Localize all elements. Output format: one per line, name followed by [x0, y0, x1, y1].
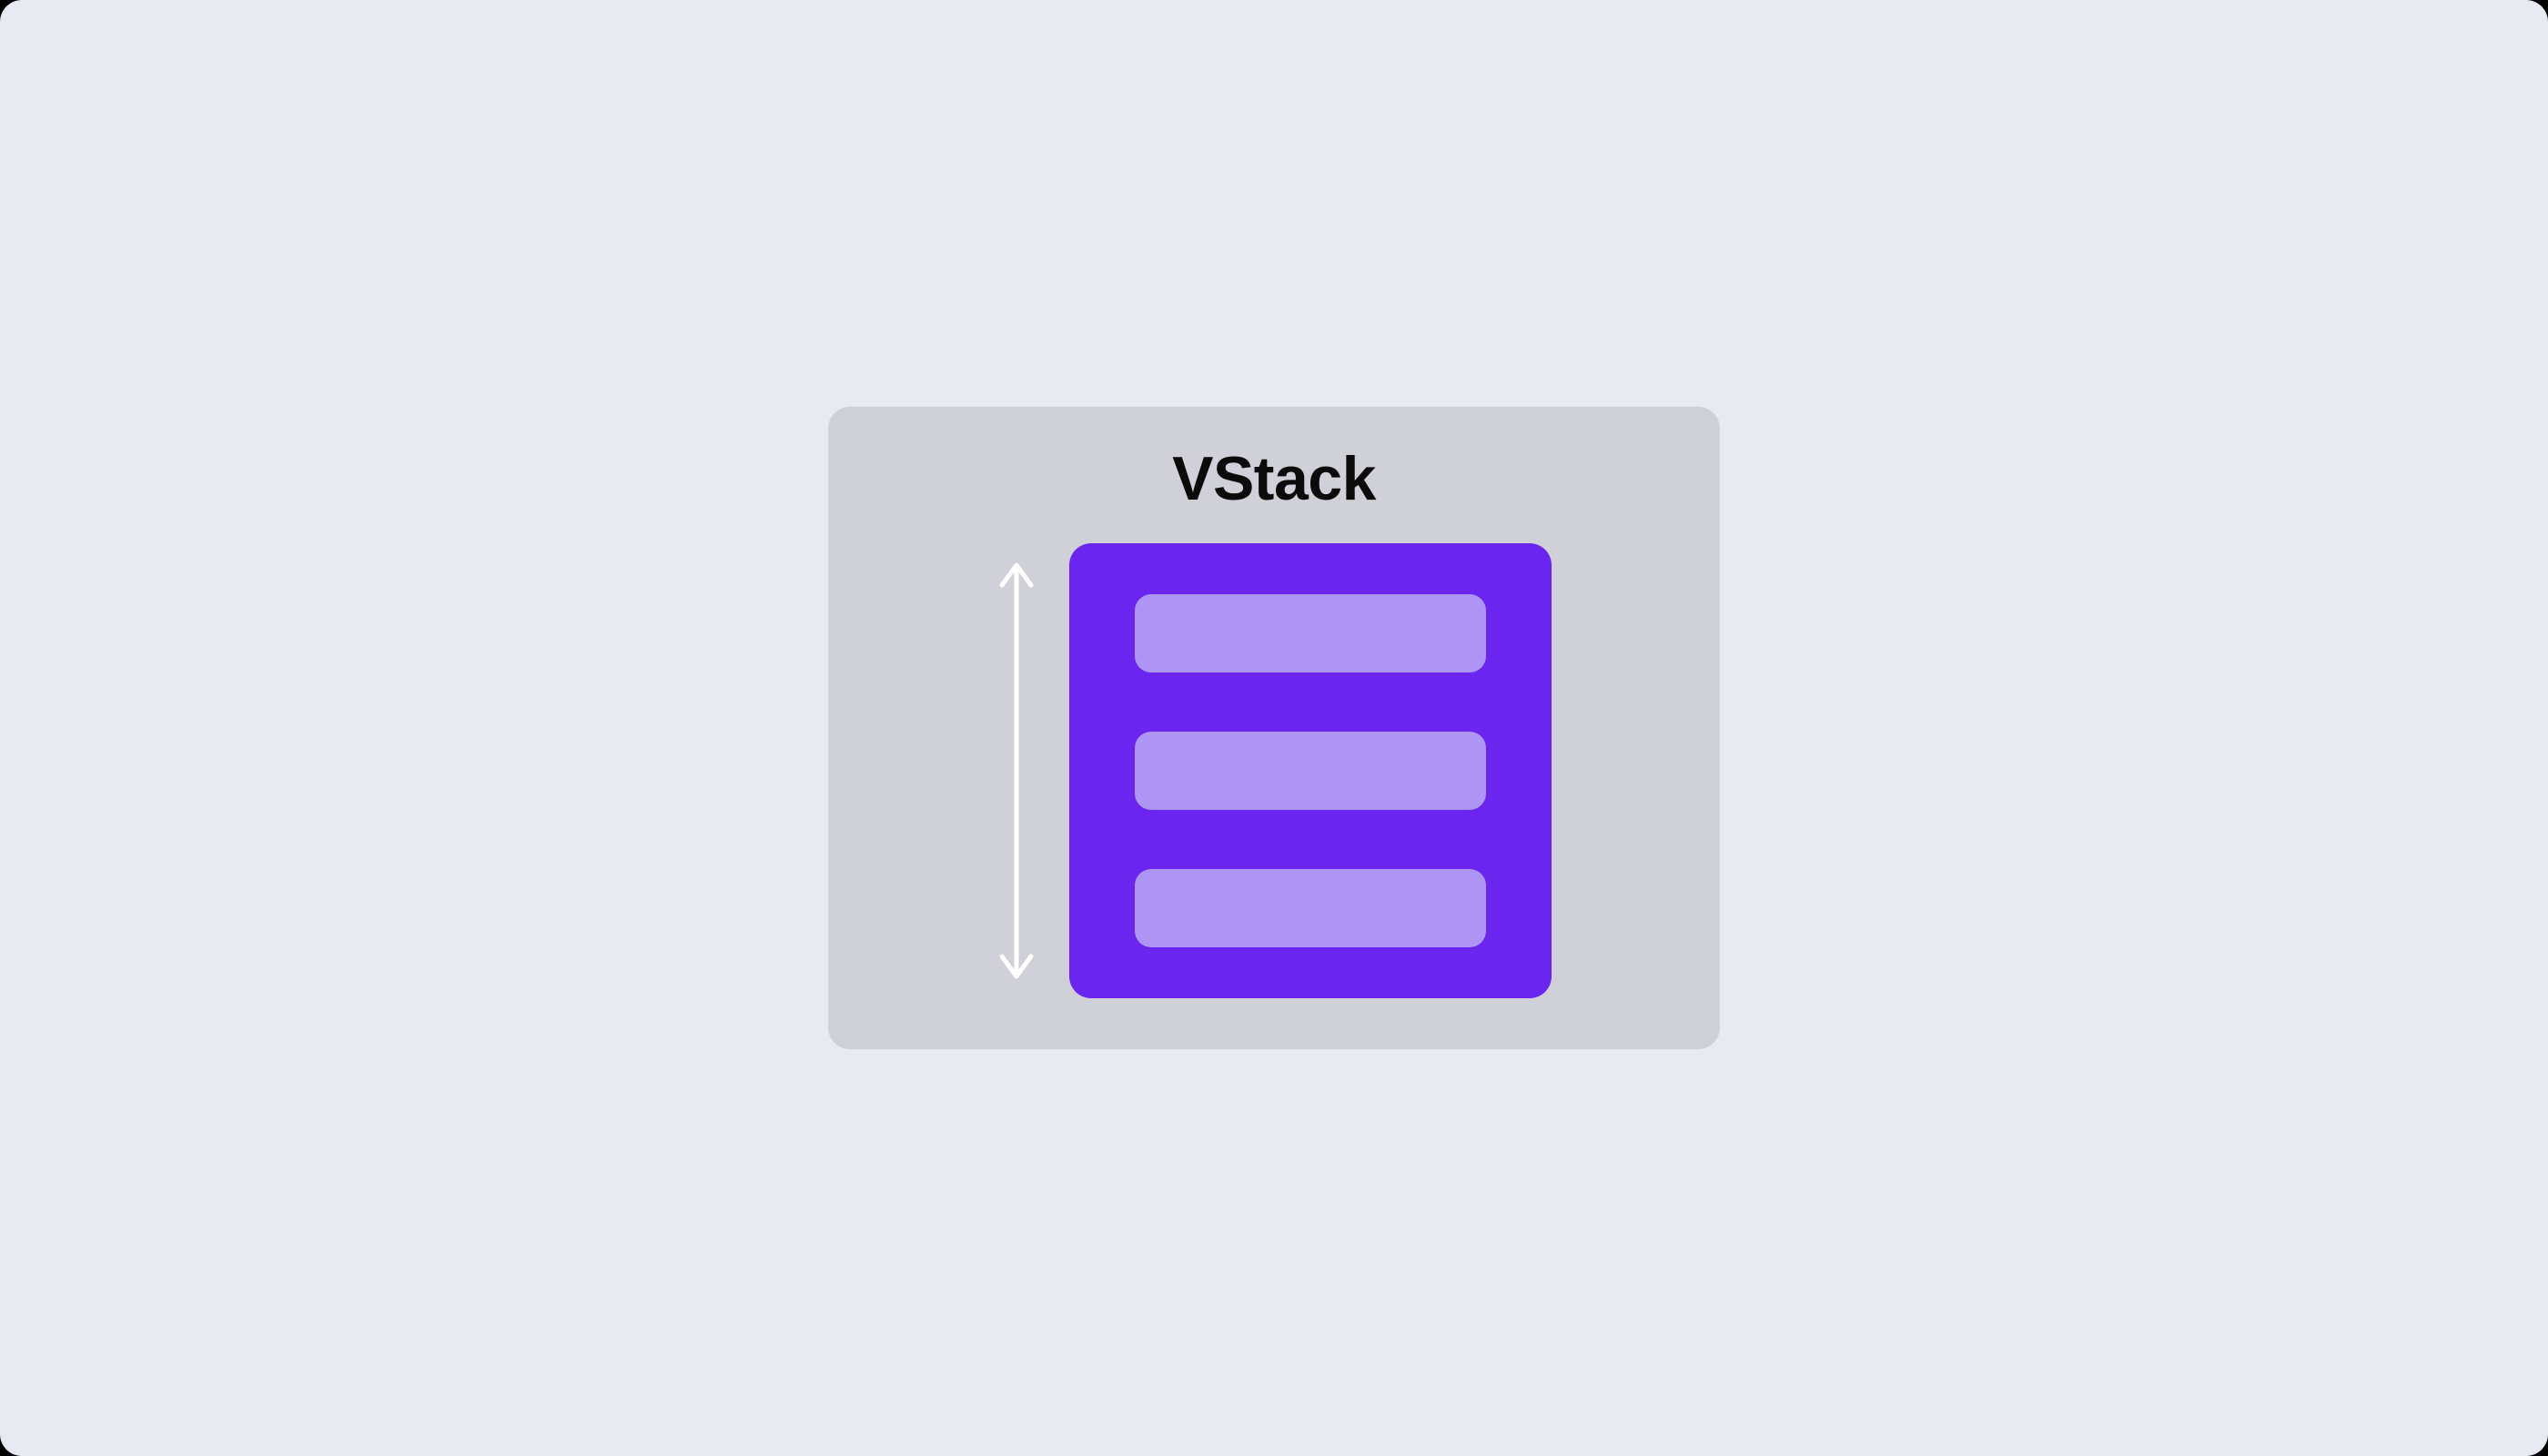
- vertical-arrow-icon: [996, 543, 1036, 998]
- diagram-frame: VStack: [0, 0, 2548, 1456]
- vstack-item: [1135, 594, 1486, 672]
- vstack-item: [1135, 732, 1486, 810]
- vstack-item: [1135, 869, 1486, 947]
- diagram-title: VStack: [1172, 443, 1376, 514]
- diagram-panel: VStack: [828, 407, 1720, 1049]
- vstack-container: [1069, 543, 1552, 998]
- diagram-row: [879, 543, 1669, 998]
